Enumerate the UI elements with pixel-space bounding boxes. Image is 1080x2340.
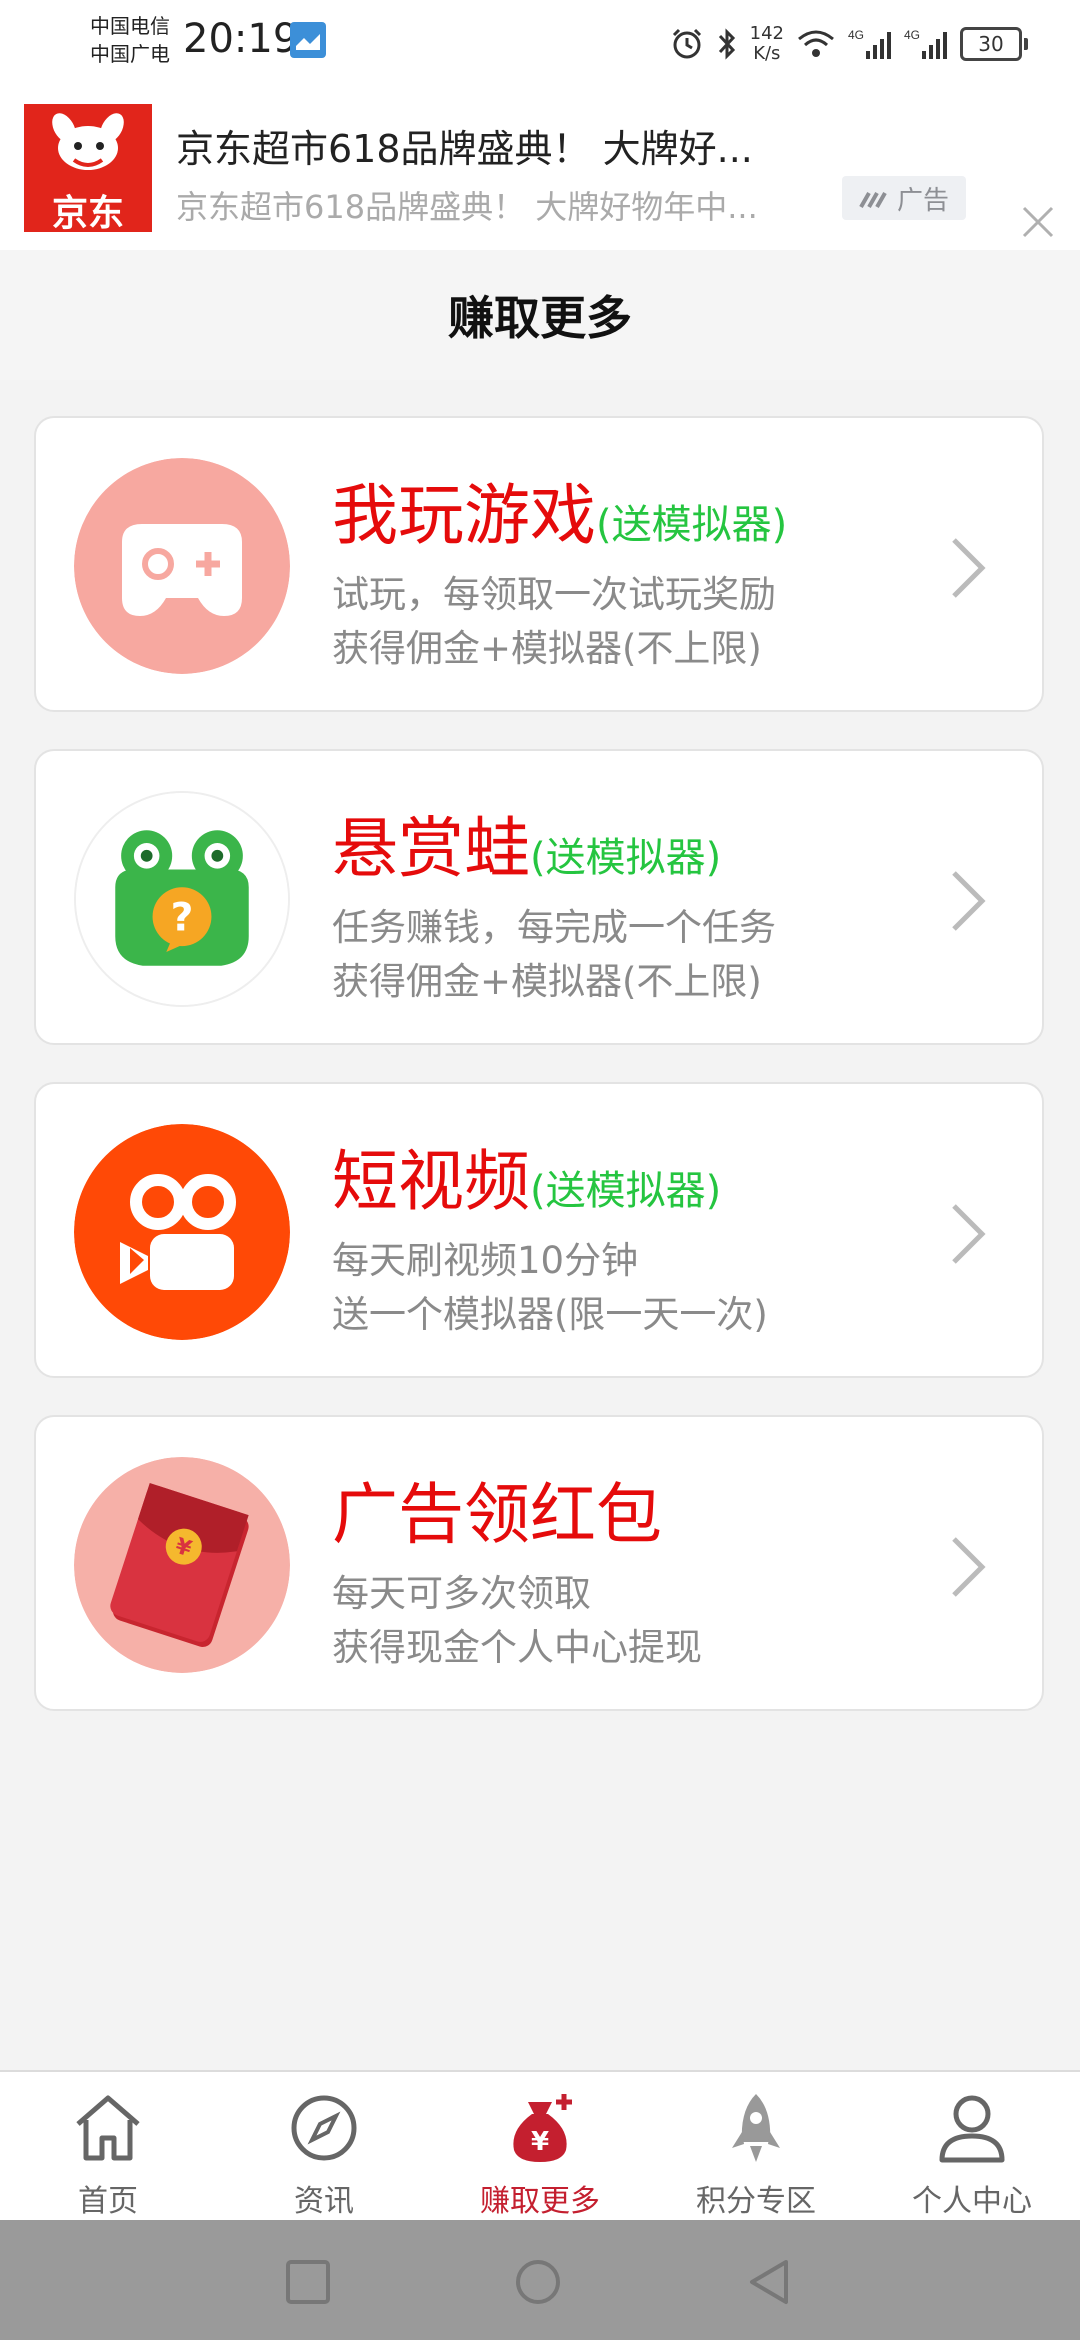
system-nav-bar [0,2220,1080,2340]
chevron-right-icon [952,871,986,931]
card-description: 每天可多次领取 获得现金个人中心提现 [332,1572,702,1669]
card-title: 短视频(送模拟器) [332,1143,722,1220]
network-speed: 142 K/s [749,23,784,64]
wifi-icon [798,30,834,57]
nav-label: 赚取更多 [480,2184,600,2219]
nav-label: 首页 [78,2184,138,2219]
page-title: 赚取更多 [448,291,632,345]
status-bar: 中国电信 中国广电 20:19 142 K/s 4G 4G 30 [0,0,1080,100]
page-header: 赚取更多 [0,250,1080,380]
chevron-right-icon [952,1204,986,1264]
nav-label: 积分专区 [696,2184,816,2219]
back-icon[interactable] [746,2258,794,2306]
svg-text:4G: 4G [848,28,864,42]
signal-4g-icon: 4G [848,28,891,59]
status-icons: 142 K/s 4G 4G 30 [670,14,1028,74]
card-tag: (送模拟器) [530,835,722,881]
red-envelope-icon: ¥ [74,1457,290,1673]
home-icon [76,2095,140,2161]
user-icon [939,2095,1005,2163]
card-title: 悬赏蛙(送模拟器) [332,810,722,887]
jd-logo: 京东 [24,104,152,234]
signal-4g-icon: 4G [904,28,947,59]
chevron-right-icon [952,538,986,598]
card-bounty-frog[interactable]: ? 悬赏蛙(送模拟器) 任务赚钱，每完成一个任务 获得佣金+模拟器(不上限) [34,749,1044,1045]
carrier-info: 中国电信 中国广电 [90,12,170,68]
video-camera-icon [74,1124,290,1340]
frog-icon: ? [74,791,290,1007]
nav-item-points[interactable]: 积分专区 [648,2072,864,2222]
nav-label: 资讯 [294,2184,354,2219]
carrier-1: 中国电信 [90,14,170,38]
card-ad-red-envelope[interactable]: ¥ 广告领红包 每天可多次领取 获得现金个人中心提现 [34,1415,1044,1711]
card-tag: (送模拟器) [530,1168,722,1214]
clock: 20:19 [183,16,299,62]
svg-text:4G: 4G [904,28,920,42]
recent-apps-icon[interactable] [284,2258,332,2306]
svg-text:¥: ¥ [531,2127,549,2157]
rocket-icon [732,2094,780,2162]
home-circle-icon[interactable] [514,2258,562,2306]
svg-text:?: ? [171,895,194,940]
compass-icon [291,2095,357,2161]
ad-brand-label: 京东 [51,193,124,234]
card-tag: (送模拟器) [596,502,788,548]
card-title: 我玩游戏(送模拟器) [332,477,788,554]
card-description: 任务赚钱，每完成一个任务 获得佣金+模拟器(不上限) [332,906,776,1003]
ad-title[interactable]: 京东超市618品牌盛典！ 大牌好... [176,118,753,173]
chevron-right-icon [952,1537,986,1597]
gamepad-icon [74,458,290,674]
money-bag-icon: ¥ [513,2094,572,2162]
nav-label: 个人中心 [912,2184,1032,2219]
nav-item-profile[interactable]: 个人中心 [864,2072,1080,2222]
card-description: 试玩，每领取一次试玩奖励 获得佣金+模拟器(不上限) [332,573,776,670]
ad-mark-icon [859,192,887,208]
card-play-games[interactable]: 我玩游戏(送模拟器) 试玩，每领取一次试玩奖励 获得佣金+模拟器(不上限) [34,416,1044,712]
ad-subtitle: 京东超市618品牌盛典！ 大牌好物年中... [176,188,758,226]
ad-tag: 广告 [842,176,966,220]
alarm-icon [672,28,701,59]
card-title: 广告领红包 [332,1476,662,1553]
card-description: 每天刷视频10分钟 送一个模拟器(限一天一次) [332,1239,768,1336]
ad-tag-label: 广告 [896,185,949,216]
bluetooth-icon [718,28,735,60]
ad-banner[interactable]: 京东 京东超市618品牌盛典！ 大牌好... 京东超市618品牌盛典！ 大牌好物… [0,100,1080,250]
nav-item-news[interactable]: 资讯 [216,2072,432,2222]
carrier-2: 中国广电 [90,42,170,66]
nav-item-earn-more[interactable]: ¥ 赚取更多 [432,2072,648,2222]
bottom-nav: 首页 资讯 ¥ 赚取更多 积分专区 个人中心 [0,2070,1080,2222]
battery-icon: 30 [960,27,1028,61]
app-notification-icon [290,22,326,58]
close-icon[interactable] [1016,200,1060,244]
nav-item-home[interactable]: 首页 [0,2072,216,2222]
card-short-video[interactable]: 短视频(送模拟器) 每天刷视频10分钟 送一个模拟器(限一天一次) [34,1082,1044,1378]
